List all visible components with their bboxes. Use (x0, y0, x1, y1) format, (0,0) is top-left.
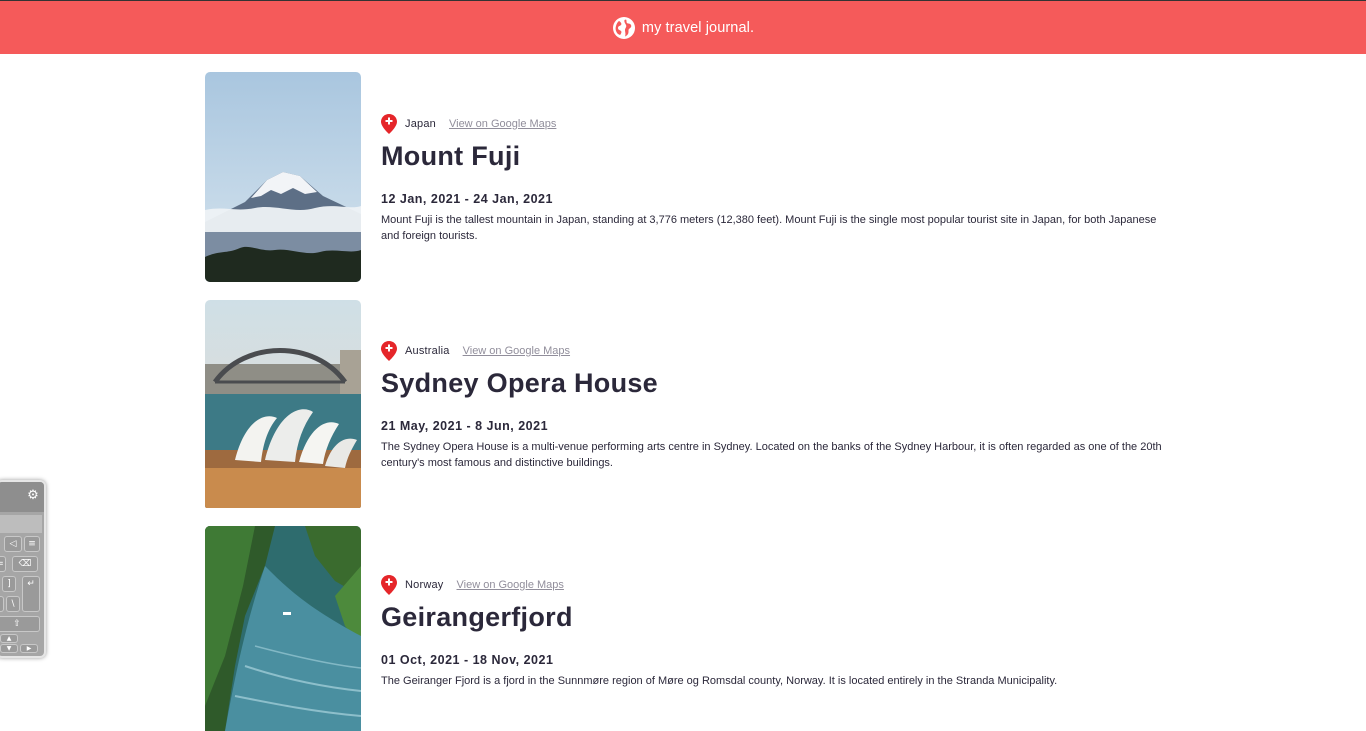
entry-photo-sydney-opera-house (205, 300, 361, 510)
key-bracket[interactable]: ] (2, 576, 16, 592)
entry-photo-geirangerfjord (205, 526, 361, 731)
entry-photo-mount-fuji (205, 72, 361, 282)
google-maps-link[interactable]: View on Google Maps (457, 579, 564, 591)
key-backslash[interactable]: \ (6, 596, 20, 612)
app-title: my travel journal. (641, 19, 755, 36)
key-partial[interactable] (0, 596, 4, 612)
trip-dates: 01 Oct, 2021 - 18 Nov, 2021 (381, 653, 554, 667)
arrow-right-icon[interactable]: ▶ (20, 644, 38, 653)
backspace-icon[interactable]: ◁ (4, 536, 22, 552)
entry-info: Japan View on Google Maps Mount Fuji 12 … (381, 113, 1171, 244)
key-partial[interactable]: = (0, 556, 6, 572)
journal-entry: Australia View on Google Maps Sydney Ope… (205, 300, 1165, 508)
globe-icon (612, 16, 636, 40)
country-label: Norway (405, 579, 444, 591)
on-screen-keyboard-widget[interactable]: ⚙ ◁ ≡ = ⌫ ] ↵ \ ⇧ ▲ ▼ ▶ (0, 480, 46, 658)
place-description: The Geiranger Fjord is a fjord in the Su… (381, 675, 1058, 687)
enter-icon[interactable]: ↵ (22, 576, 40, 612)
google-maps-link[interactable]: View on Google Maps (463, 345, 570, 357)
arrow-up-icon[interactable]: ▲ (0, 634, 18, 643)
place-description: Mount Fuji is the tallest mountain in Ja… (381, 214, 1157, 242)
delete-icon[interactable]: ⌫ (12, 556, 38, 572)
entry-info: Norway View on Google Maps Geirangerfjor… (381, 574, 1171, 689)
journal-entry: Japan View on Google Maps Mount Fuji 12 … (205, 72, 1165, 282)
country-label: Australia (405, 345, 450, 357)
location-pin-icon (381, 114, 397, 134)
google-maps-link[interactable]: View on Google Maps (449, 118, 556, 130)
entry-info: Australia View on Google Maps Sydney Ope… (381, 340, 1171, 471)
place-title: Geirangerfjord (381, 602, 573, 632)
location-pin-icon (381, 575, 397, 595)
country-label: Japan (405, 118, 436, 130)
journal-entry: Norway View on Google Maps Geirangerfjor… (205, 526, 1165, 731)
trip-dates: 21 May, 2021 - 8 Jun, 2021 (381, 419, 549, 433)
location-row: Japan View on Google Maps (381, 113, 1171, 135)
app-header: my travel journal. (0, 0, 1366, 54)
location-pin-icon (381, 341, 397, 361)
location-row: Australia View on Google Maps (381, 340, 1171, 362)
place-title: Sydney Opera House (381, 368, 658, 398)
keyboard-suggestion-bar (0, 515, 42, 533)
place-description: The Sydney Opera House is a multi-venue … (381, 441, 1162, 469)
location-row: Norway View on Google Maps (381, 574, 1171, 596)
trip-dates: 12 Jan, 2021 - 24 Jan, 2021 (381, 192, 553, 206)
shift-icon[interactable]: ⇧ (0, 616, 40, 632)
place-title: Mount Fuji (381, 141, 521, 171)
gear-icon[interactable]: ⚙ (26, 488, 40, 502)
arrow-down-icon[interactable]: ▼ (0, 644, 18, 653)
list-key[interactable]: ≡ (24, 536, 40, 552)
